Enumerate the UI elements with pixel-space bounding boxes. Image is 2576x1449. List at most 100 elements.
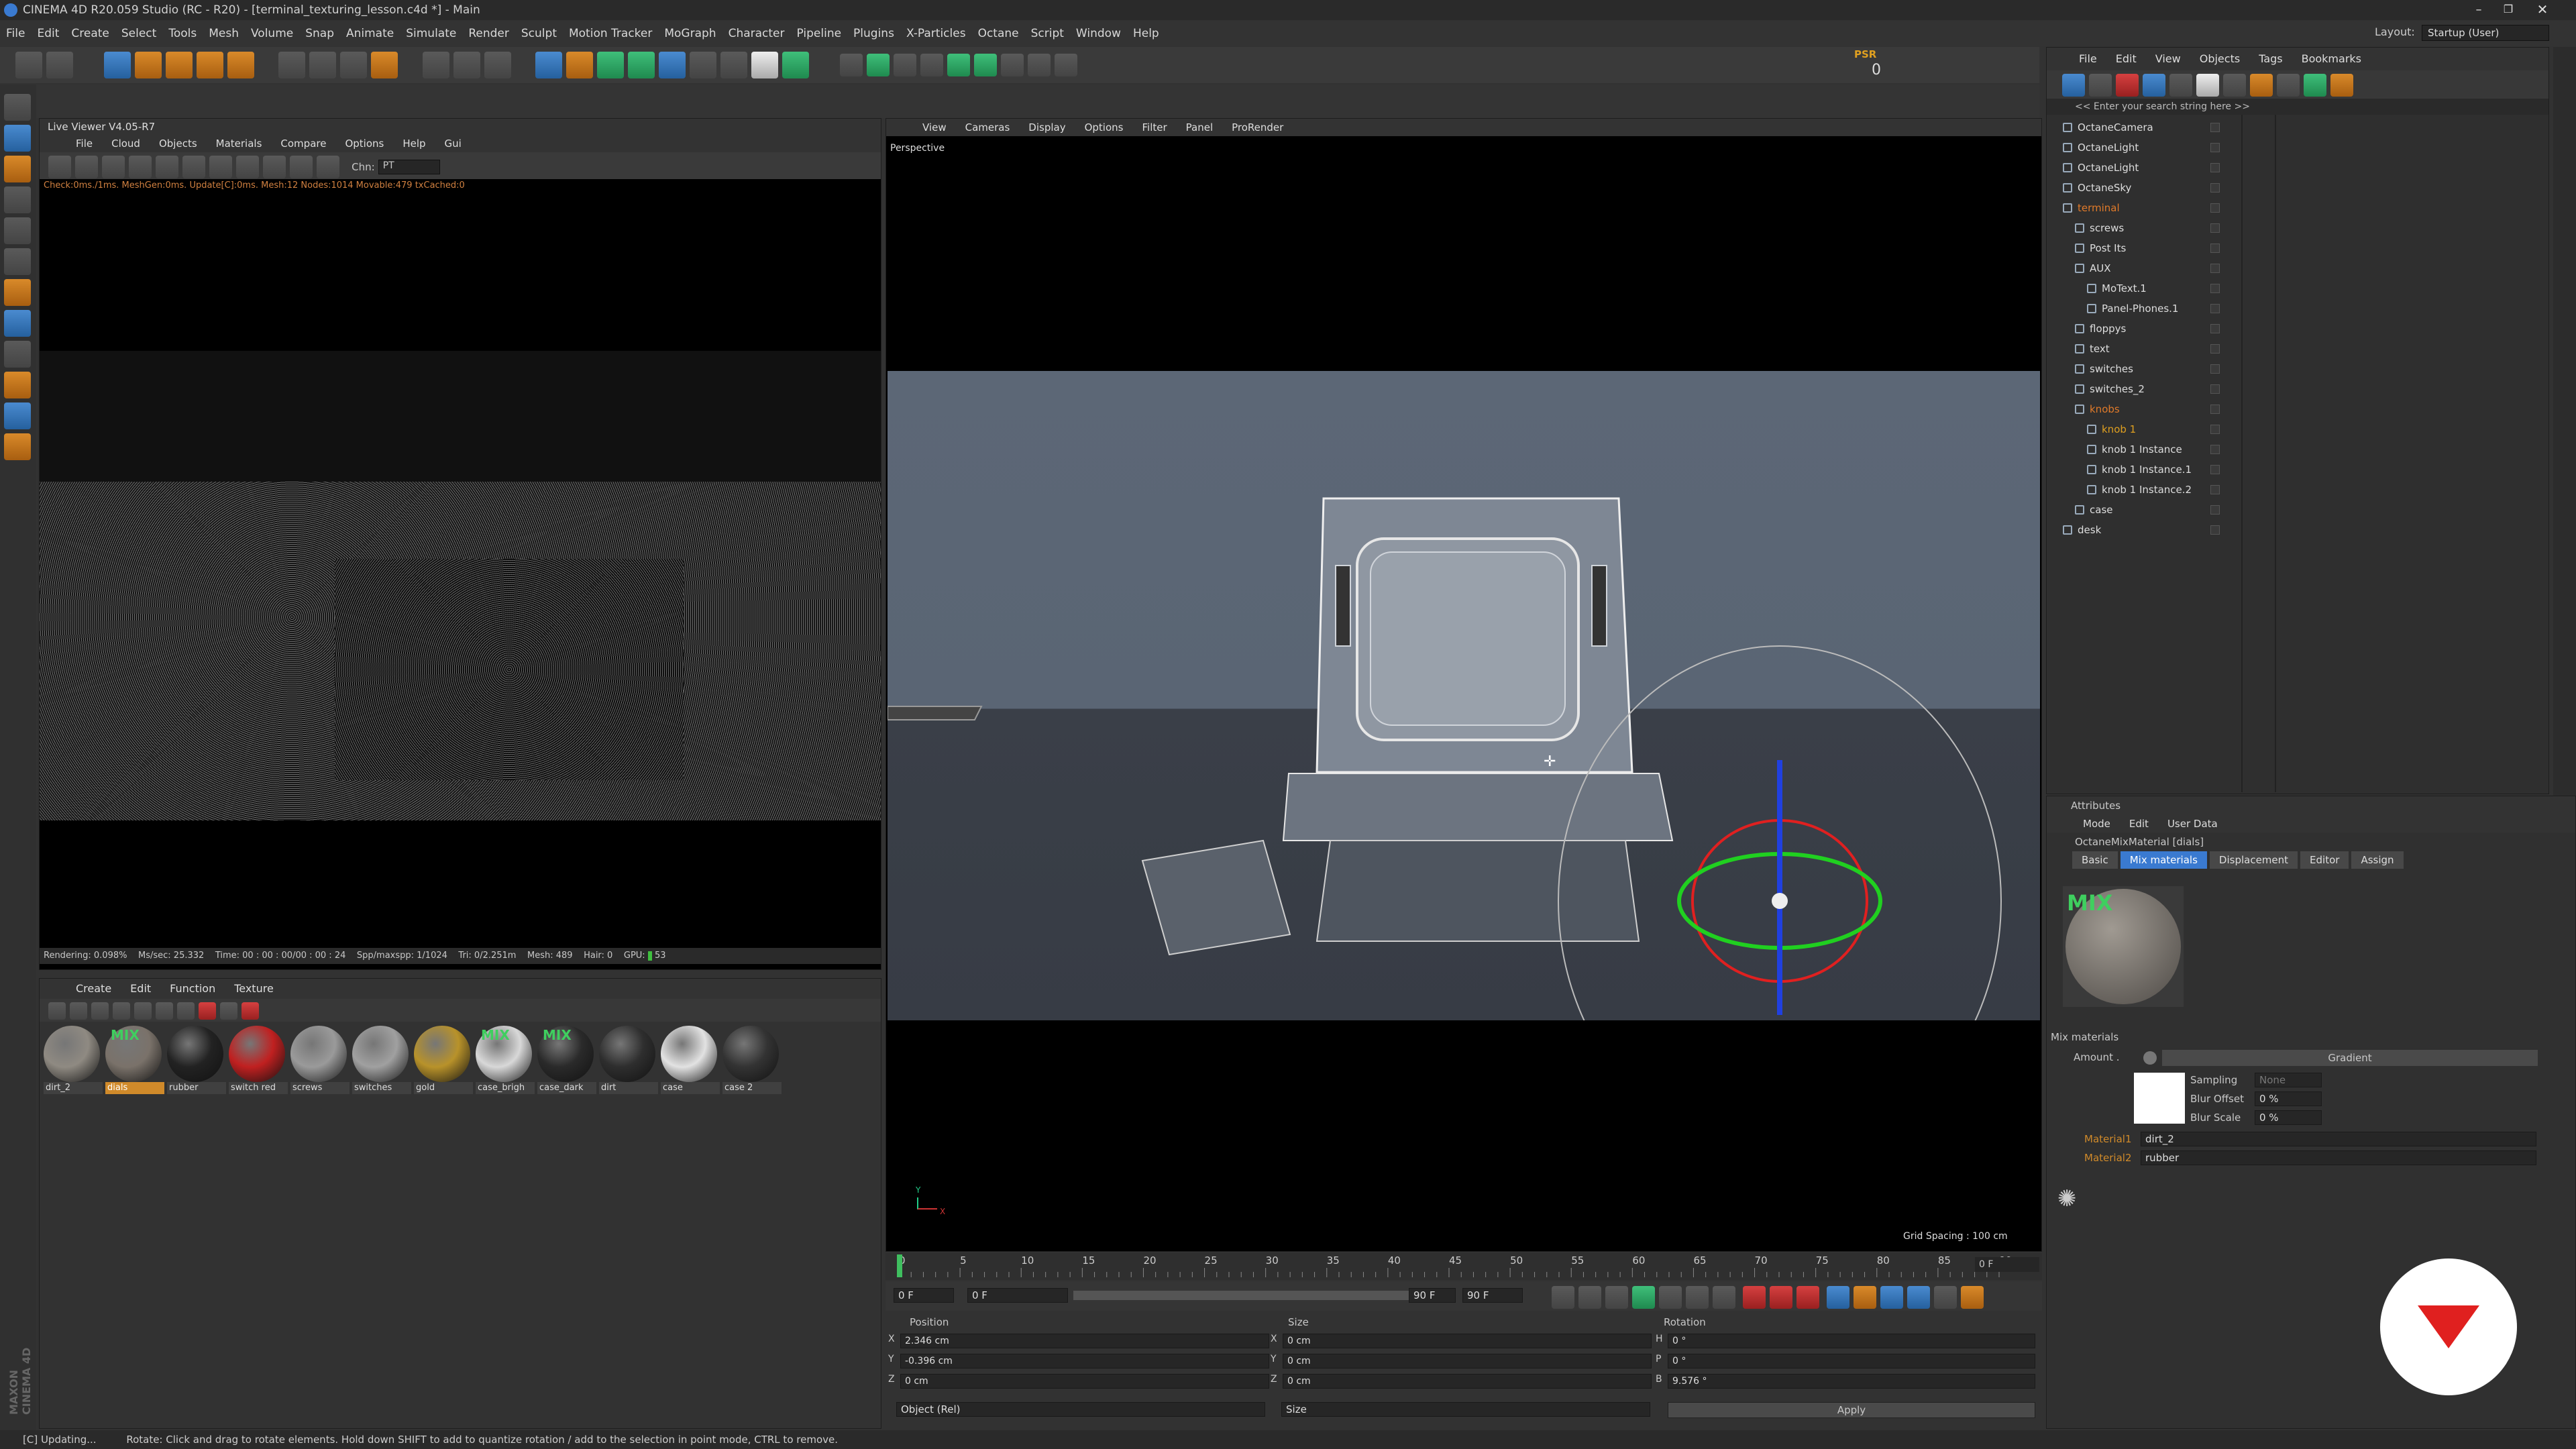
object-row[interactable]: terminal (2047, 198, 2241, 218)
object-row[interactable]: Post Its (2047, 238, 2241, 258)
rotation-field[interactable]: 0 ° (1668, 1334, 2035, 1348)
channel-select[interactable]: PT (378, 160, 440, 174)
timeline-range-slider[interactable] (1073, 1291, 1449, 1300)
om-tool-10-icon[interactable] (2304, 74, 2326, 97)
visibility-toggle[interactable] (2210, 223, 2220, 233)
pause-icon[interactable] (102, 156, 125, 178)
key-rotation-icon[interactable] (1880, 1286, 1904, 1309)
workplane-icon[interactable] (4, 372, 31, 398)
mat-menu-create[interactable]: Create (76, 979, 111, 999)
material-swatch[interactable]: rubber (167, 1026, 226, 1094)
material2-link[interactable]: rubber (2141, 1150, 2536, 1165)
viewport-tool-8-icon[interactable] (1027, 54, 1051, 76)
visibility-toggle[interactable] (2210, 465, 2220, 474)
menu-edit[interactable]: Edit (37, 21, 59, 46)
object-row[interactable]: text (2047, 339, 2241, 359)
clay-icon[interactable] (236, 156, 259, 178)
material-swatch[interactable]: MIX dials (105, 1026, 164, 1094)
next-key-icon[interactable] (1686, 1286, 1709, 1309)
prev-key-icon[interactable] (1578, 1286, 1601, 1309)
viewport-tool-4-icon[interactable] (920, 54, 943, 76)
visibility-toggle[interactable] (2210, 304, 2220, 313)
om-menu-tags[interactable]: Tags (2259, 48, 2282, 70)
object-row[interactable]: OctaneCamera (2047, 117, 2241, 138)
material1-link[interactable]: dirt_2 (2141, 1132, 2536, 1146)
prev-frame-icon[interactable] (1605, 1286, 1628, 1309)
record-icon[interactable] (1743, 1286, 1766, 1309)
menu-select[interactable]: Select (121, 21, 156, 46)
visibility-toggle[interactable] (2210, 183, 2220, 193)
menu-mograph[interactable]: MoGraph (664, 21, 716, 46)
object-row[interactable]: switches_2 (2047, 379, 2241, 399)
light-icon[interactable] (751, 52, 778, 78)
go-to-start-icon[interactable] (1552, 1286, 1574, 1309)
rotate-tool-icon[interactable] (197, 52, 224, 78)
viewport-scene[interactable] (888, 371, 2040, 1020)
end-frame-field[interactable]: 90 F (1462, 1288, 1523, 1303)
tab-displacement[interactable]: Displacement (2209, 851, 2298, 869)
coord-size-select[interactable]: Size (1281, 1402, 1650, 1417)
object-row[interactable]: Panel-Phones.1 (2047, 299, 2241, 319)
mat-tool-5-icon[interactable] (134, 1002, 152, 1020)
z-axis-lock-icon[interactable] (340, 52, 368, 78)
menu-animate[interactable]: Animate (346, 21, 394, 46)
om-tool-7-icon[interactable] (2223, 74, 2246, 97)
om-tool-1-icon[interactable] (2062, 74, 2085, 97)
visibility-toggle[interactable] (2210, 284, 2220, 293)
sphere-preview-icon[interactable] (209, 156, 232, 178)
object-row[interactable]: case (2047, 500, 2241, 520)
visibility-toggle[interactable] (2210, 505, 2220, 515)
texture-mode-icon[interactable] (4, 156, 31, 182)
visibility-toggle[interactable] (2210, 405, 2220, 414)
size-field[interactable]: 0 cm (1283, 1334, 1652, 1348)
visibility-toggle[interactable] (2210, 203, 2220, 213)
om-tool-3-icon[interactable] (2116, 74, 2139, 97)
object-row[interactable]: switches (2047, 359, 2241, 379)
y-axis-lock-icon[interactable] (309, 52, 337, 78)
position-field[interactable]: 2.346 cm (900, 1334, 1269, 1348)
object-row[interactable]: OctaneSky (2047, 178, 2241, 198)
octane-icon[interactable] (782, 52, 809, 78)
lv-menu-objects[interactable]: Objects (159, 135, 197, 152)
mat-menu-function[interactable]: Function (170, 979, 215, 999)
menu-motion-tracker[interactable]: Motion Tracker (569, 21, 652, 46)
om-tool-8-icon[interactable] (2250, 74, 2273, 97)
mat-menu-edit[interactable]: Edit (130, 979, 151, 999)
axis-mode-icon[interactable] (4, 279, 31, 306)
blur-scale-field[interactable]: 0 % (2255, 1110, 2322, 1125)
lv-menu-compare[interactable]: Compare (280, 135, 326, 152)
mat-tool-10-icon[interactable] (241, 1002, 259, 1020)
size-field[interactable]: 0 cm (1283, 1374, 1652, 1389)
mat-tool-1-icon[interactable] (48, 1002, 66, 1020)
floor-icon[interactable] (689, 52, 716, 78)
viewport-tool-2-icon[interactable] (866, 54, 890, 76)
tab-editor[interactable]: Editor (2300, 851, 2349, 869)
material-swatch[interactable]: case (661, 1026, 720, 1094)
menu-simulate[interactable]: Simulate (406, 21, 456, 46)
menu-help[interactable]: Help (1133, 21, 1159, 46)
om-menu-file[interactable]: File (2079, 48, 2097, 70)
restart-icon[interactable] (75, 156, 98, 178)
next-frame-icon[interactable] (1659, 1286, 1682, 1309)
render-start-icon[interactable] (48, 156, 71, 178)
menu-octane[interactable]: Octane (978, 21, 1019, 46)
material-swatch[interactable]: case 2 (722, 1026, 782, 1094)
visibility-toggle[interactable] (2210, 425, 2220, 434)
help-icon[interactable]: ✺ (2057, 1185, 2084, 1212)
key-pla-icon[interactable] (1934, 1286, 1957, 1309)
visibility-toggle[interactable] (2210, 163, 2220, 172)
menu-volume[interactable]: Volume (251, 21, 293, 46)
mat-tool-4-icon[interactable] (113, 1002, 130, 1020)
model-mode-icon[interactable] (4, 125, 31, 152)
visibility-toggle[interactable] (2210, 364, 2220, 374)
material-swatch[interactable]: dirt (599, 1026, 658, 1094)
grid-icon[interactable] (4, 402, 31, 429)
visibility-toggle[interactable] (2210, 485, 2220, 494)
render-settings-icon[interactable] (484, 52, 511, 78)
rotation-field[interactable]: 9.576 ° (1668, 1374, 2035, 1389)
visibility-toggle[interactable] (2210, 445, 2220, 454)
visibility-toggle[interactable] (2210, 384, 2220, 394)
tweak-mode-icon[interactable] (4, 310, 31, 337)
attr-menu-edit[interactable]: Edit (2129, 815, 2149, 833)
om-tool-9-icon[interactable] (2277, 74, 2300, 97)
